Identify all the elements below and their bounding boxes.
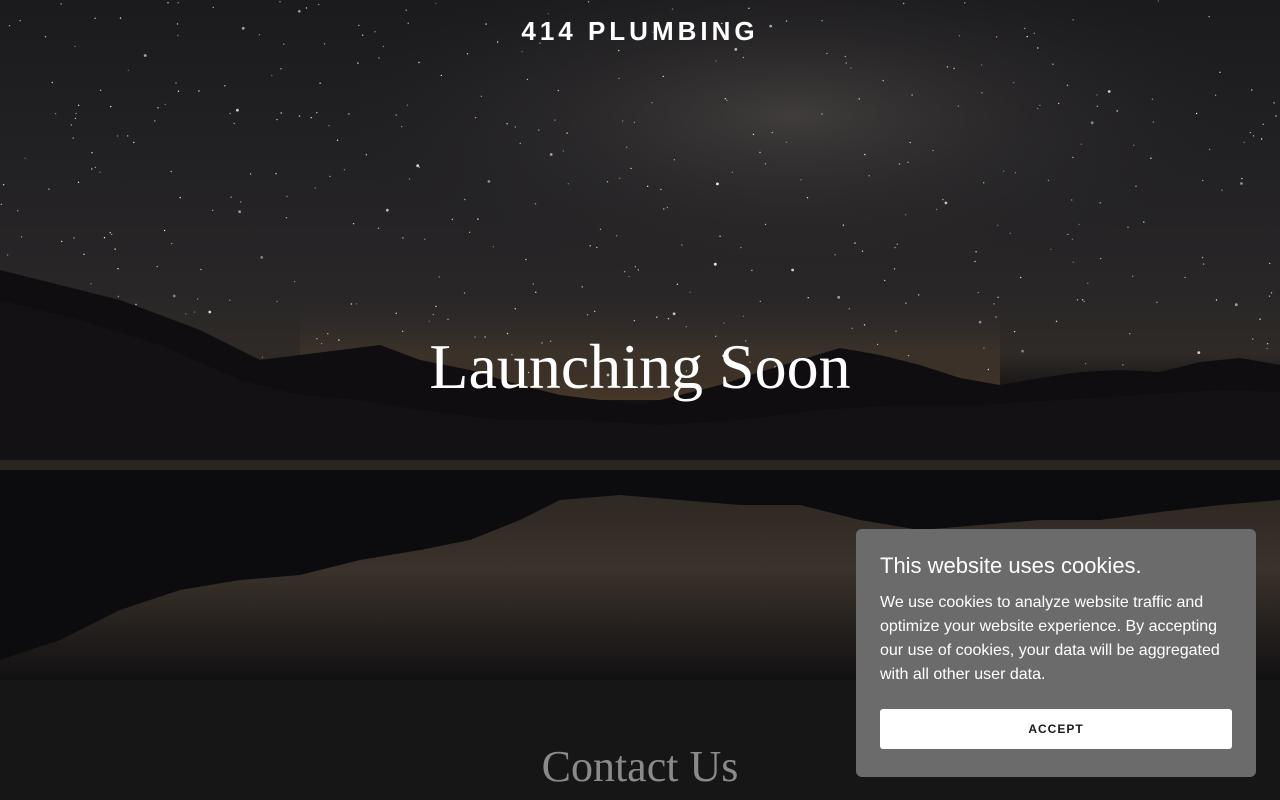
cookie-banner-body: We use cookies to analyze website traffi… <box>880 594 1220 683</box>
accept-cookies-button[interactable]: ACCEPT <box>880 709 1232 749</box>
page: 414 PLUMBING Launching Soon Contact Us T… <box>0 0 1280 800</box>
site-title[interactable]: 414 PLUMBING <box>0 16 1280 47</box>
cookie-banner-title: This website uses cookies. <box>880 553 1142 578</box>
cookie-banner: This website uses cookies. We use cookie… <box>856 529 1256 777</box>
launching-headline: Launching Soon <box>429 331 851 402</box>
